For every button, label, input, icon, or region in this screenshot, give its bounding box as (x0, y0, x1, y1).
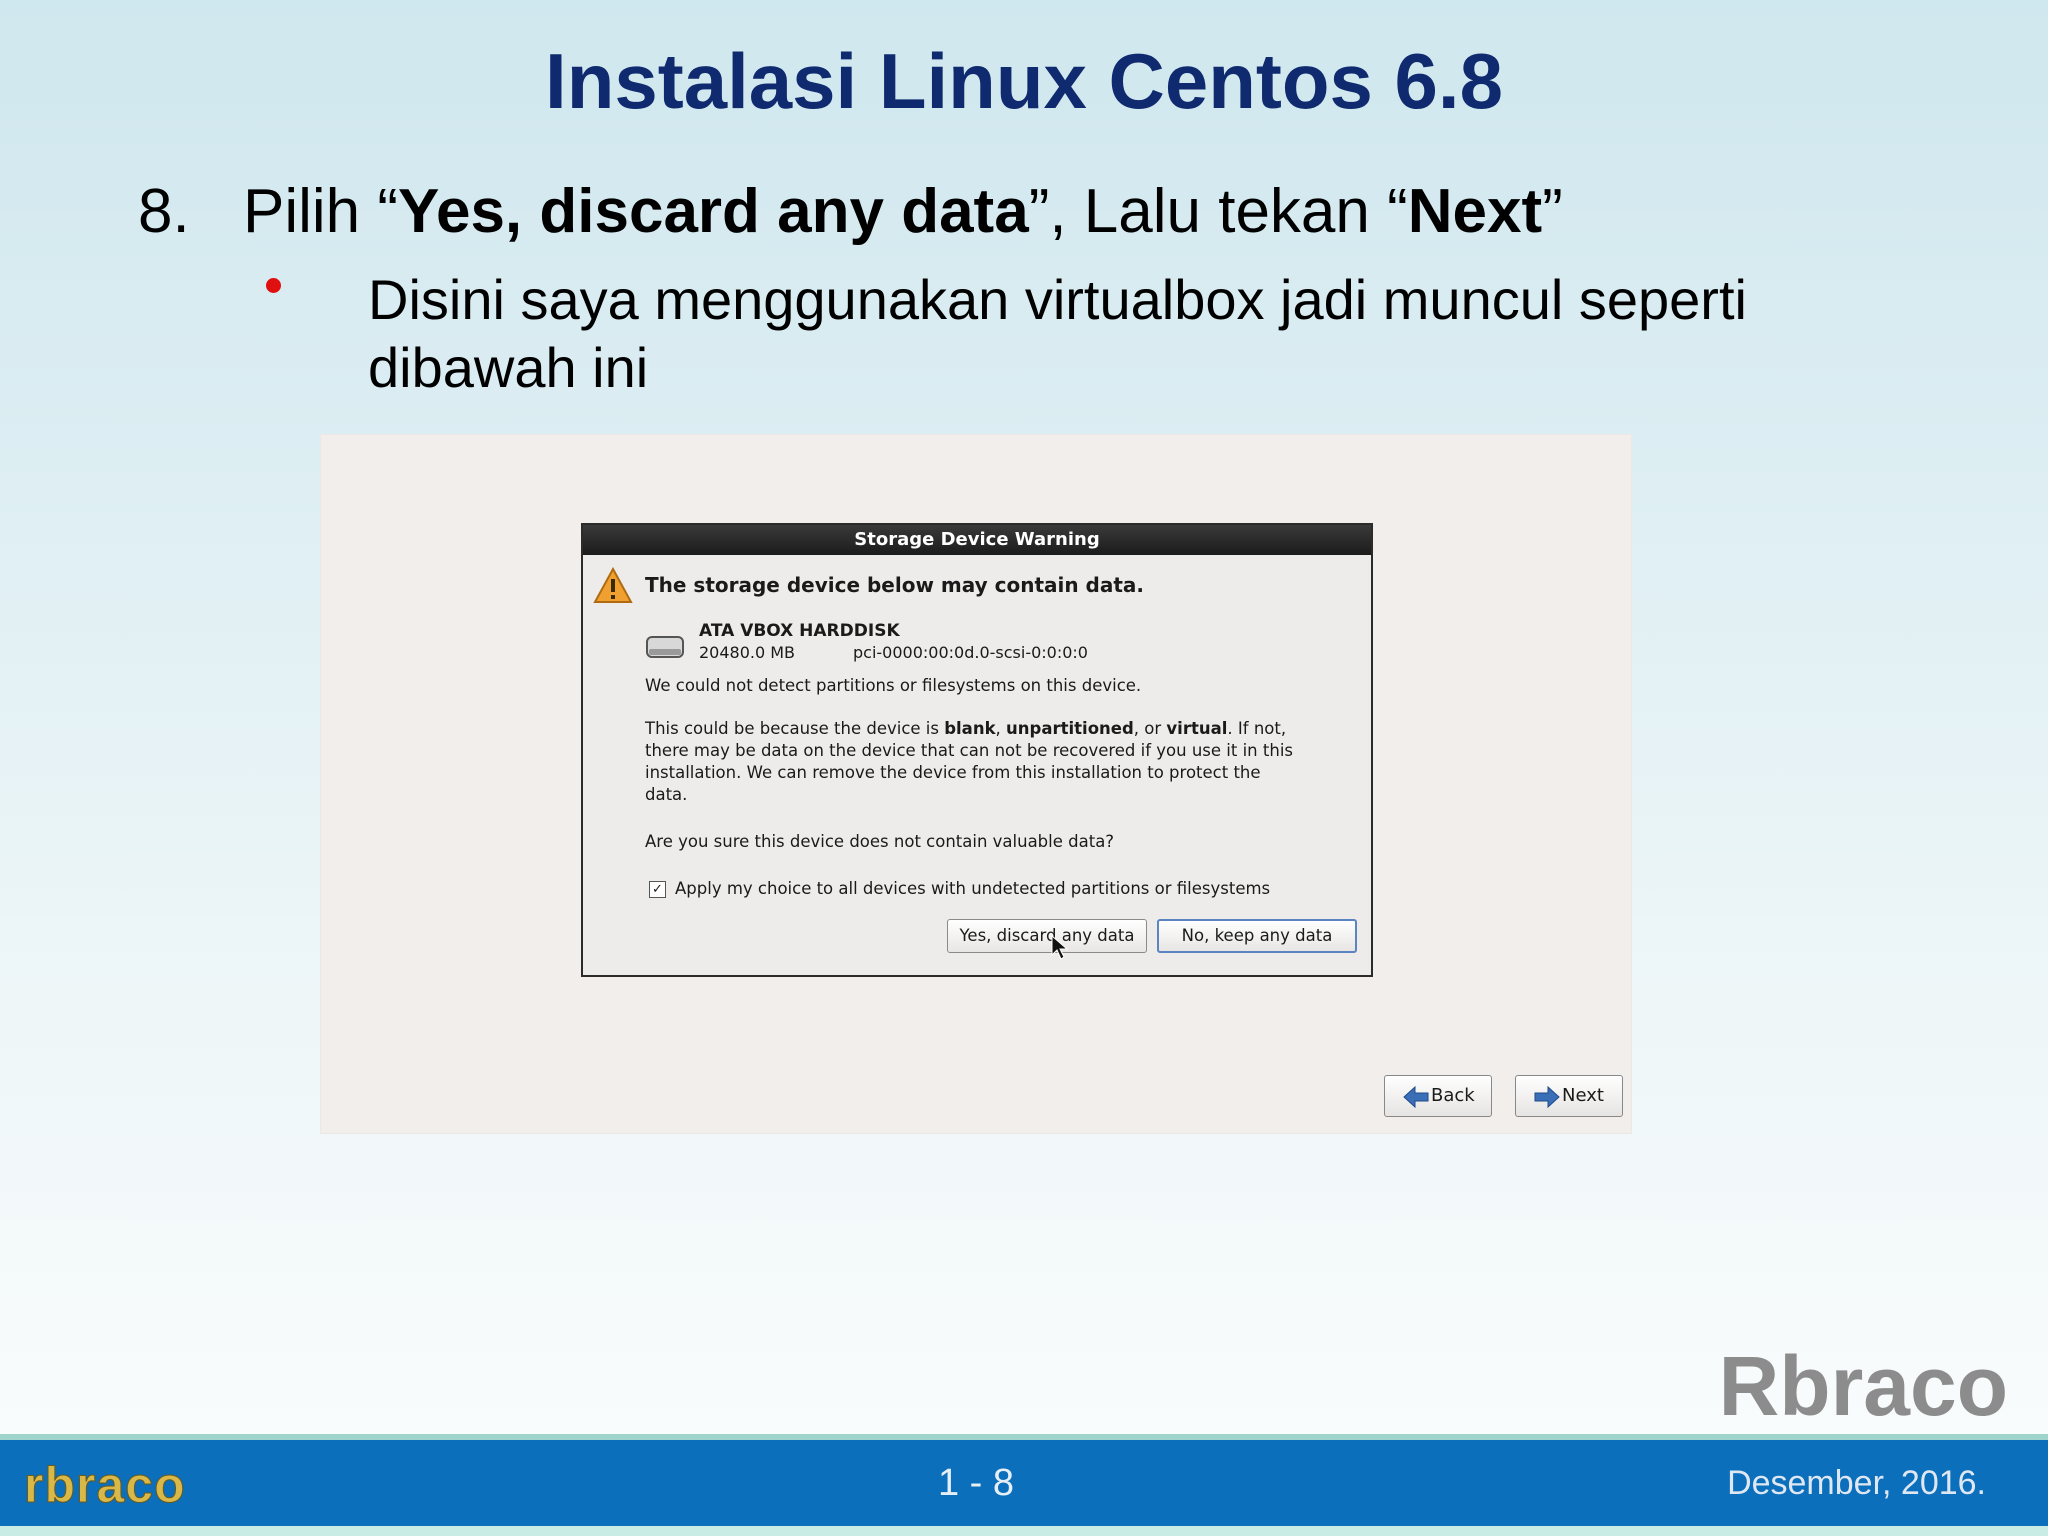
explanation-text: This could be because the device is blan… (645, 718, 1305, 806)
slide-title: Instalasi Linux Centos 6.8 (545, 37, 1503, 125)
explanation-blank: blank (944, 719, 996, 738)
device-path: pci-0000:00:0d.0-scsi-0:0:0:0 (853, 643, 1088, 662)
back-button-label: Back (1431, 1085, 1475, 1106)
step-number: 8. (138, 177, 190, 246)
watermark: Rbraco (1718, 1339, 2008, 1433)
hard-disk-icon (646, 636, 684, 658)
dialog-titlebar: Storage Device Warning (583, 525, 1371, 555)
warning-heading: The storage device below may contain dat… (645, 573, 1145, 597)
right-arrow-icon (1534, 1086, 1560, 1108)
device-size: 20480.0 MB (699, 643, 796, 662)
no-partitions-text: We could not detect partitions or filesy… (645, 676, 1142, 695)
storage-warning-dialog: Storage Device Warning The storage devic… (581, 523, 1373, 977)
footer-bar: rbraco 1 - 8 Desember, 2016. (0, 1434, 2048, 1536)
bullet-dot (266, 278, 281, 293)
next-button[interactable]: Next (1515, 1075, 1623, 1117)
left-arrow-icon (1403, 1086, 1429, 1108)
apply-all-label[interactable]: Apply my choice to all devices with unde… (675, 879, 1270, 898)
step-text-mid: ”, Lalu tekan “ (1028, 177, 1408, 246)
explanation-a: This could be because the device is (645, 719, 945, 738)
yes-discard-button[interactable]: Yes, discard any data (947, 919, 1147, 953)
explanation-virtual: virtual (1166, 719, 1228, 738)
step-bold-next: Next (1407, 177, 1543, 246)
step-text-pre: Pilih “ (243, 177, 399, 246)
step-text-post: ” (1542, 177, 1563, 246)
explanation-unpartitioned: unpartitioned (1006, 719, 1134, 738)
explanation-c: , (995, 719, 1007, 738)
page-number: 1 - 8 (937, 1462, 1015, 1504)
mouse-cursor-icon (1051, 935, 1069, 960)
warning-icon (593, 567, 633, 603)
back-button[interactable]: Back (1384, 1075, 1492, 1117)
no-keep-button[interactable]: No, keep any data (1157, 919, 1357, 953)
confirm-question: Are you sure this device does not contai… (645, 832, 1115, 851)
explanation-d: , or (1133, 719, 1167, 738)
step-instruction: 8. Pilih “Yes, discard any data”, Lalu te… (138, 176, 1563, 247)
device-name: ATA VBOX HARDDISK (699, 621, 900, 641)
bullet-text: Disini saya menggunakan virtualbox jadi … (368, 268, 1747, 399)
next-button-label: Next (1562, 1085, 1604, 1106)
footer-date: Desember, 2016. (1727, 1464, 1986, 1502)
apply-all-checkbox[interactable]: ✓ (649, 881, 666, 898)
step-bold-yes: Yes, discard any data (398, 177, 1029, 246)
installer-screenshot: Storage Device Warning The storage devic… (320, 434, 1632, 1134)
